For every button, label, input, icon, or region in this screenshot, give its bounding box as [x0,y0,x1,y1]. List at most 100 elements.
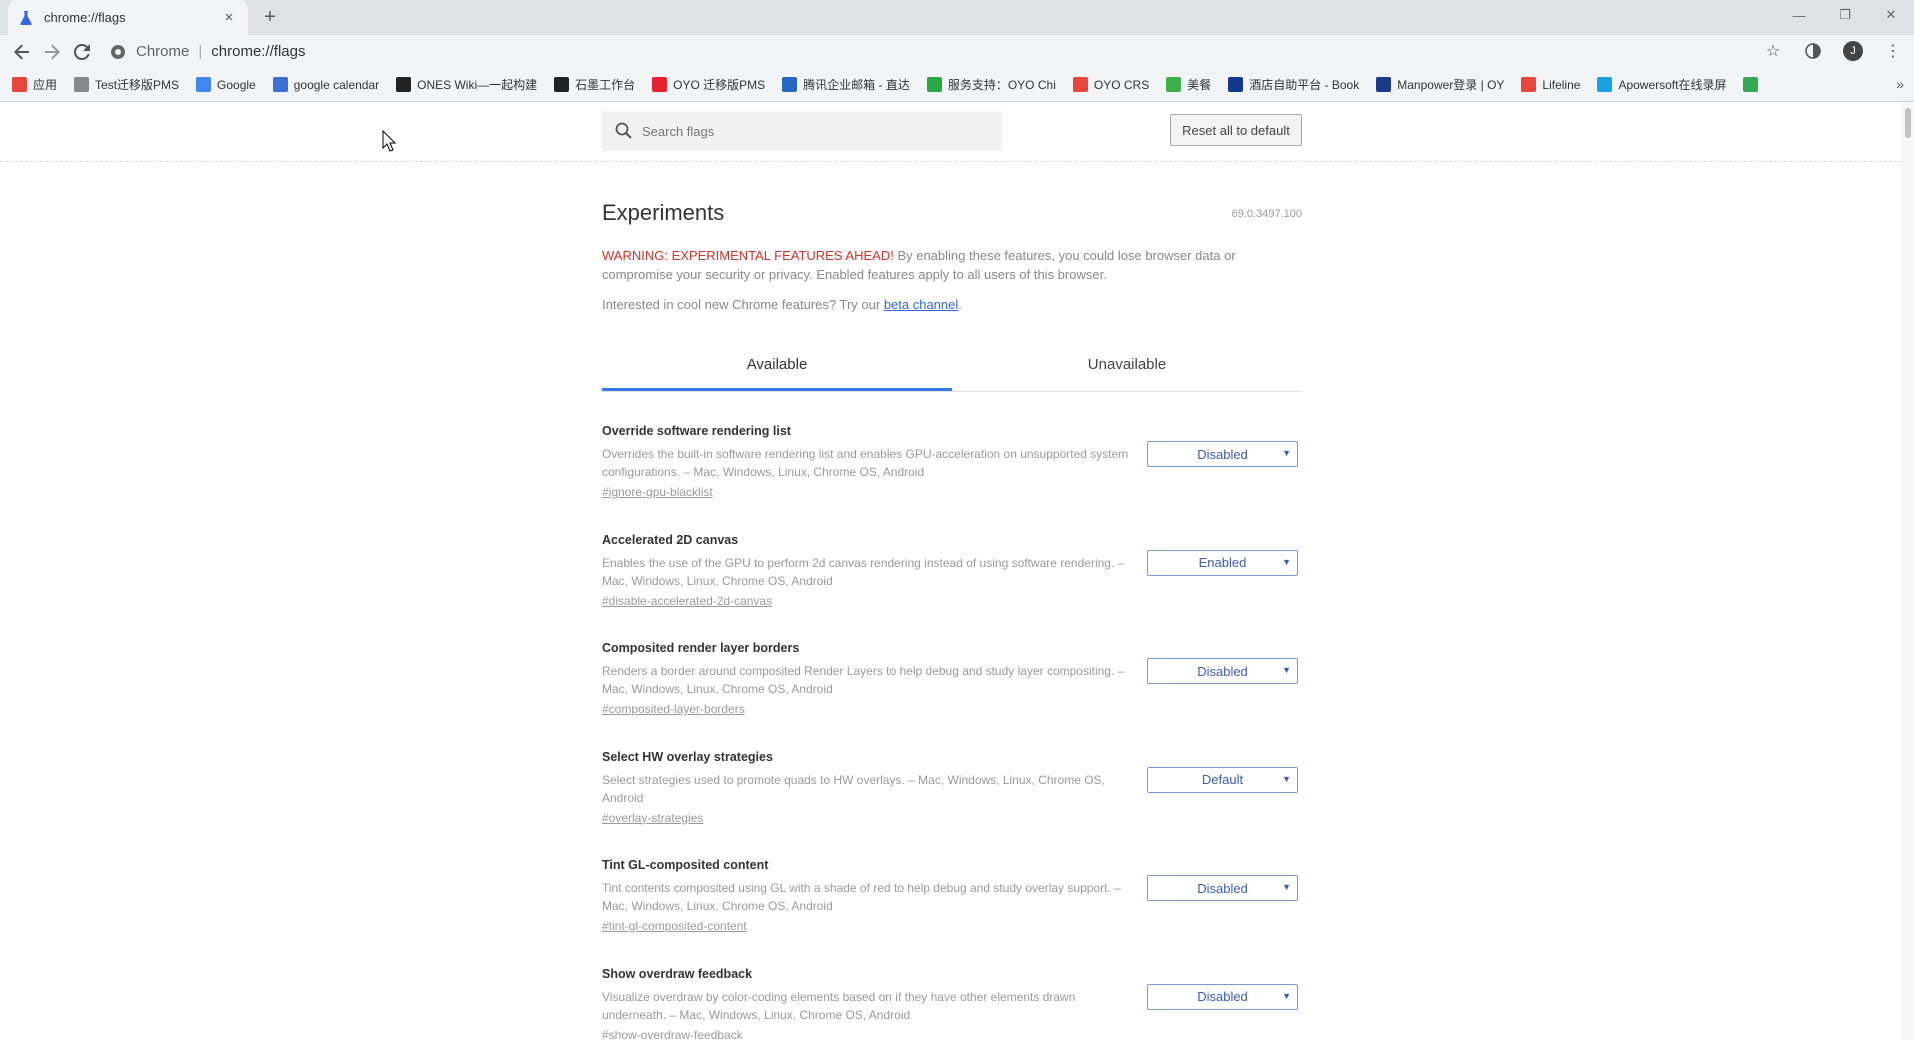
flag-description: Enables the use of the GPU to perform 2d… [602,555,1125,588]
heading-row: Experiments 69.0.3497.100 [602,200,1302,232]
flag-item: Override software rendering list Override… [602,424,1302,533]
reset-all-button[interactable]: Reset all to default [1170,114,1302,146]
window-controls: — ❐ ✕ [1776,0,1914,30]
search-icon [615,122,632,139]
url-separator: | [198,43,203,60]
bookmark-label: ONES Wiki—一起构建 [417,78,538,92]
bookmark-item[interactable]: Apowersoft在线录屏 [1597,76,1726,93]
bookmark-label: 应用 [33,78,58,92]
bookmark-label: 美餐 [1187,78,1212,92]
bookmark-item[interactable]: google calendar [272,77,379,92]
shimo-icon [554,77,570,92]
toolbar: Chrome | chrome://flags ☆ J ⋮ [0,35,1914,68]
dropdown-arrow-icon: ▼ [1282,773,1291,784]
flag-name: Override software rendering list [602,424,791,438]
flag-description: Select strategies used to promote quads … [602,772,1105,805]
close-tab-icon[interactable]: × [220,9,238,26]
flag-name: Accelerated 2D canvas [602,532,739,547]
beta-channel-line: Interested in cool new Chrome features? … [602,297,1302,312]
lifeline-icon [1521,77,1537,92]
flag-item: Show overdraw feedback Visualize overdraw… [602,967,1302,1040]
warning-message: WARNING: EXPERIMENTAL FEATURES AHEAD! By… [602,246,1302,284]
bookmark-item[interactable]: ONES Wiki—一起构建 [396,76,537,93]
menu-dots-icon[interactable]: ⋮ [1880,38,1906,64]
back-arrow-icon[interactable] [7,37,37,67]
new-tab-button[interactable]: + [258,5,282,29]
forward-arrow-icon[interactable] [37,37,67,67]
bookmarks-overflow-icon[interactable]: » [1896,76,1904,92]
support-icon [926,77,942,92]
flag-state-value: Enabled [1198,555,1247,570]
flag-anchor-link[interactable]: #disable-accelerated-2d-canvas [602,594,772,608]
meican-icon [1166,77,1182,92]
restore-icon[interactable]: ❐ [1822,0,1868,30]
flag-state-select[interactable]: Default ▼ [1147,766,1298,793]
search-input[interactable] [642,123,1002,139]
flag-state-select[interactable]: Disabled ▼ [1147,658,1298,684]
flag-state-select[interactable]: Disabled ▼ [1147,441,1298,467]
bookmark-item[interactable]: Lifeline [1521,77,1580,92]
flags-page: Reset all to default Experiments 69.0.34… [0,102,1902,1040]
bookmark-label: Lifeline [1542,77,1581,92]
flag-anchor-link[interactable]: #composited-layer-borders [602,702,745,716]
flask-icon [20,10,32,25]
dropdown-arrow-icon: ▼ [1282,556,1291,567]
close-window-icon[interactable]: ✕ [1868,0,1914,30]
main-section: Experiments 69.0.3497.100 WARNING: EXPER… [602,200,1302,1040]
bookmark-label: Apowersoft在线录屏 [1618,78,1727,92]
flag-name: Select HW overlay strategies [602,749,773,764]
bookmark-item[interactable]: 石墨工作台 [554,76,635,93]
flag-anchor-link[interactable]: #show-overdraw-feedback [602,1028,743,1040]
bookmark-item[interactable]: OYO 迁移版PMS [652,76,765,93]
bookmark-label: 腾讯企业邮箱 - 直达 [803,78,910,92]
reload-icon[interactable] [67,37,97,67]
browser-tab[interactable]: chrome://flags × [8,0,248,35]
tab-available[interactable]: Available [602,352,952,391]
extension-icon[interactable] [1800,38,1826,64]
tab-title: chrome://flags [44,10,126,25]
flag-anchor-link[interactable]: #ignore-gpu-blacklist [602,485,713,499]
browser-window: chrome://flags × + — ❐ ✕ Chrome | chrome… [0,0,1914,1040]
scrollbar[interactable] [1902,102,1914,1040]
bookmark-label: Google [217,77,256,92]
mail-icon [782,77,798,92]
minimize-icon[interactable]: — [1776,0,1822,30]
bookmark-item[interactable]: Test迁移版PMS [74,76,179,93]
scrollbar-thumb[interactable] [1905,108,1911,138]
bookmark-item[interactable]: OYO CRS [1072,77,1149,92]
flag-anchor-link[interactable]: #tint-gl-composited-content [602,919,747,933]
flag-state-value: Disabled [1197,663,1248,679]
version-label: 69.0.3497.100 [1231,208,1302,220]
flag-name: Show overdraw feedback [602,966,753,981]
beta-channel-link[interactable]: beta channel [884,297,958,312]
star-icon[interactable]: ☆ [1760,38,1786,64]
bookmark-item[interactable]: 腾讯企业邮箱 - 直达 [782,76,910,93]
flag-name: Composited render layer borders [602,641,800,655]
flag-state-select[interactable]: Enabled ▼ [1147,549,1298,576]
flag-state-select[interactable]: Disabled ▼ [1147,875,1298,901]
bookmark-item[interactable]: Google [196,77,256,92]
flag-state-select[interactable]: Disabled ▼ [1147,983,1298,1010]
mouse-cursor-icon [382,130,396,152]
flag-state-value: Disabled [1197,989,1248,1004]
search-box[interactable] [602,111,1002,151]
bookmark-item[interactable]: 酒店自助平台 - Book [1228,76,1359,93]
bookmark-item[interactable] [1743,77,1764,92]
profile-avatar[interactable]: J [1840,38,1866,64]
bookmark-item[interactable]: Manpower登录 | OY [1376,76,1504,93]
avatar: J [1843,41,1863,61]
bookmark-label: 酒店自助平台 - Book [1249,78,1360,92]
bookmark-item[interactable]: 美餐 [1166,76,1211,93]
bookmark-item[interactable]: 服务支持：OYO Chi [926,76,1056,93]
bookmark-item[interactable]: 应用 [12,76,57,93]
flag-item: Accelerated 2D canvas Enables the use of … [602,533,1302,642]
ones-icon [396,77,412,92]
bookmarks-bar: 应用 Test迁移版PMS Google google calendar ONES Wi… [0,68,1914,102]
beta-prefix: Interested in cool new Chrome features? … [602,297,884,312]
drive-icon [1743,77,1759,92]
flag-anchor-link[interactable]: #overlay-strategies [602,811,703,825]
bookmark-label: Test迁移版PMS [95,78,180,92]
tab-unavailable[interactable]: Unavailable [952,352,1302,391]
address-bar[interactable]: Chrome | chrome://flags [110,38,1790,65]
dropdown-arrow-icon: ▼ [1282,665,1291,675]
